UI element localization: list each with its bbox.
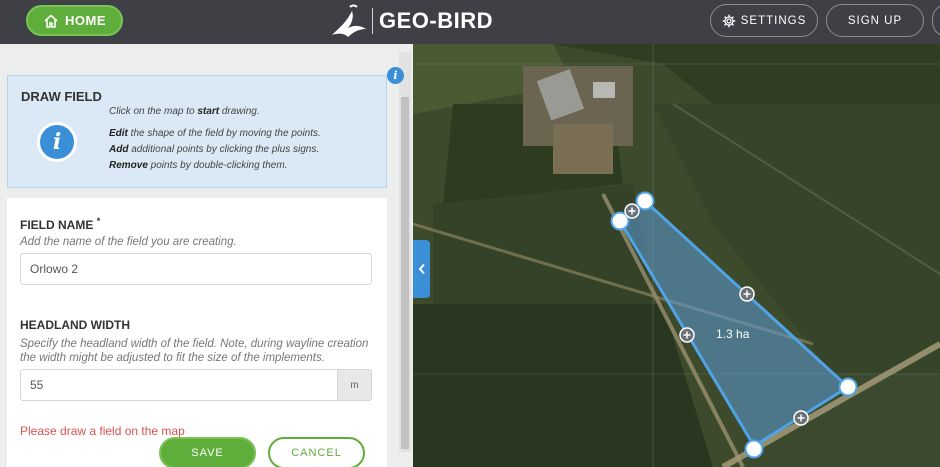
bird-logo-icon xyxy=(332,4,366,37)
cancel-button[interactable]: CANCEL xyxy=(268,437,365,467)
logo-text: GEO-BIRD xyxy=(379,8,493,33)
field-area-label: 1.3 ha xyxy=(716,327,750,341)
logo-divider xyxy=(372,8,373,34)
help-line-edit: Edit the shape of the field by moving th… xyxy=(109,128,321,139)
error-message: Please draw a field on the map xyxy=(20,424,185,438)
add-point-plus-icon[interactable] xyxy=(679,327,695,343)
field-name-input[interactable]: Orlowo 2 xyxy=(20,253,372,285)
vertex-handle[interactable] xyxy=(635,191,655,211)
headland-width-value: 55 xyxy=(30,378,44,392)
help-line-start: Click on the map to start drawing. xyxy=(109,106,260,117)
add-point-plus-icon[interactable] xyxy=(624,203,640,219)
panel-scrollbar-thumb[interactable] xyxy=(401,97,409,449)
vertex-handle[interactable] xyxy=(838,377,858,397)
collapse-panel-button[interactable] xyxy=(413,240,430,298)
sign-up-label: SIGN UP xyxy=(847,14,903,27)
home-button-label: HOME xyxy=(65,13,106,28)
vertex-handle[interactable] xyxy=(744,439,764,459)
field-name-hint: Add the name of the field you are creati… xyxy=(20,236,237,248)
add-point-plus-icon[interactable] xyxy=(793,410,809,426)
map-view[interactable] xyxy=(413,44,940,467)
headland-hint-2: the width might be adjusted to fit the s… xyxy=(20,352,325,364)
add-point-plus-icon[interactable] xyxy=(739,286,755,302)
save-button[interactable]: SAVE xyxy=(159,437,256,467)
farm-yard xyxy=(553,124,613,174)
headland-hint-1: Specify the headland width of the field.… xyxy=(20,338,369,350)
field-name-label: FIELD NAME * xyxy=(20,216,101,232)
satellite-map[interactable] xyxy=(413,44,940,467)
farm-building xyxy=(593,82,615,98)
home-button[interactable]: HOME xyxy=(26,5,123,36)
draw-field-help-box: DRAW FIELD i Click on the map to start d… xyxy=(7,75,387,188)
chevron-left-icon xyxy=(418,263,425,275)
headland-unit: m xyxy=(337,370,371,400)
sign-up-button[interactable]: SIGN UP xyxy=(826,4,924,37)
settings-label: SETTINGS xyxy=(740,14,807,27)
app-logo[interactable]: GEO-BIRD xyxy=(330,3,493,39)
header-extra-button[interactable] xyxy=(932,4,940,37)
headland-width-input[interactable]: 55 m xyxy=(20,369,372,401)
help-toggle-info-icon[interactable]: i xyxy=(387,67,404,84)
map-patch xyxy=(413,304,713,467)
headland-width-label: HEADLAND WIDTH xyxy=(20,318,130,332)
info-icon: i xyxy=(37,122,77,162)
settings-button[interactable]: SETTINGS xyxy=(710,4,818,37)
home-icon xyxy=(44,14,58,28)
help-line-add: Add additional points by clicking the pl… xyxy=(109,144,320,155)
top-bar: HOME GEO-BIRD SETTINGS SIGN UP xyxy=(0,0,940,44)
gear-icon xyxy=(722,14,736,27)
help-line-remove: Remove points by double-clicking them. xyxy=(109,160,288,171)
field-form: FIELD NAME * Add the name of the field y… xyxy=(7,198,387,467)
help-title: DRAW FIELD xyxy=(21,89,102,104)
